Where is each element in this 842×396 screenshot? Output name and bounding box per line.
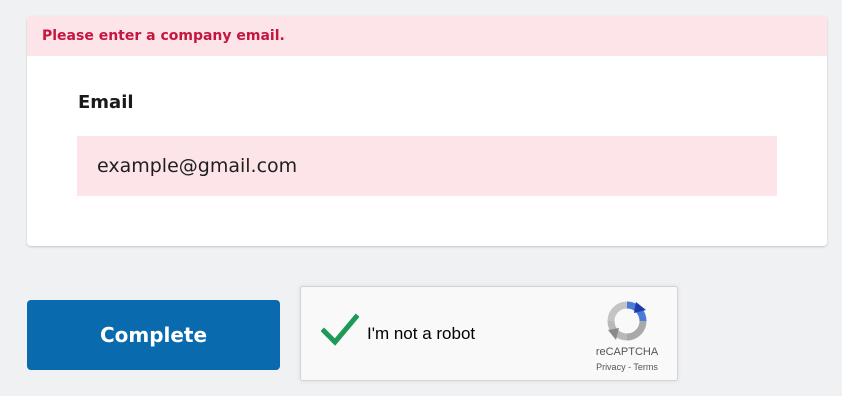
complete-button[interactable]: Complete	[27, 300, 280, 370]
email-field[interactable]	[77, 136, 777, 196]
recaptcha-links: Privacy - Terms	[579, 362, 675, 372]
recaptcha-logo-icon	[606, 300, 648, 342]
terms-link[interactable]: Terms	[633, 362, 658, 372]
recaptcha-label: I'm not a robot	[367, 324, 476, 343]
error-message: Please enter a company email.	[42, 28, 285, 44]
email-label: Email	[78, 92, 134, 113]
check-icon[interactable]	[320, 313, 360, 347]
error-banner: Please enter a company email.	[27, 16, 827, 56]
email-form-card: Please enter a company email. Email	[27, 16, 827, 246]
recaptcha-brand: reCAPTCHA	[595, 346, 659, 358]
recaptcha-widget: I'm not a robot reCAPTCHA Privacy - Term…	[300, 286, 678, 381]
privacy-link[interactable]: Privacy	[596, 362, 626, 372]
